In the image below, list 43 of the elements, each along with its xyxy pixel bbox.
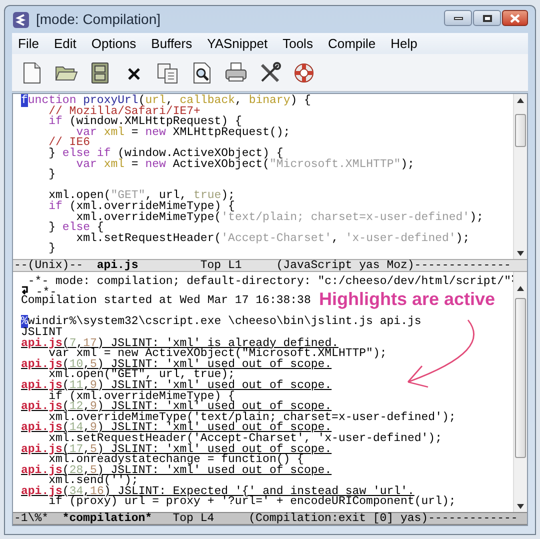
code-line: if (proxy) url = proxy + '?url=' + encodeURIComponent(url); xyxy=(48,495,456,508)
scroll-down-icon[interactable] xyxy=(517,504,524,509)
error-line[interactable]: api.js(11,9) JSLINT: 'xml' used out of scope. xyxy=(21,378,332,392)
window-title: [mode: Compilation] xyxy=(36,10,161,29)
lifebuoy-icon[interactable] xyxy=(292,60,316,84)
menu-item[interactable]: Tools xyxy=(282,34,313,54)
code-line: if (xml.overrideMimeType) { xyxy=(48,200,235,213)
menu-item[interactable]: YASnippet xyxy=(207,34,268,54)
code-line: xml.setRequestHeader('Accept-Charset', 'x-user-defined'); xyxy=(48,432,442,445)
code-line: } xyxy=(48,168,56,182)
scrollbar[interactable] xyxy=(513,272,527,512)
menu-item[interactable]: Edit xyxy=(54,34,76,54)
app-icon xyxy=(12,10,30,28)
menu-item[interactable]: Compile xyxy=(328,34,376,54)
menu-item[interactable]: Options xyxy=(91,34,136,54)
code-line: xml.send(''); xyxy=(48,474,138,488)
code-line: xml.overrideMimeType('text/plain; charset=x-user-defined'); xyxy=(76,210,484,224)
code-line: } xyxy=(48,242,56,256)
tools-icon[interactable] xyxy=(258,60,282,84)
scroll-down-icon[interactable] xyxy=(517,251,524,256)
scroll-up-icon[interactable] xyxy=(517,286,524,291)
code-line: xml.setRequestHeader('Accept-Charset', 'x-user-defined'); xyxy=(75,232,470,245)
code-line: -*- mode: compilation; default-directory: "c:/cheeso/dev/html/script/" xyxy=(26,275,511,288)
minimize-button[interactable] xyxy=(444,10,472,26)
annotation-text: Highlights are active xyxy=(319,288,496,311)
maximize-button[interactable] xyxy=(473,10,501,26)
menu-item[interactable]: File xyxy=(18,34,39,54)
copy-icon[interactable] xyxy=(156,60,180,84)
code-line: function proxyUrl(url, callback, binary) { xyxy=(21,94,311,107)
scroll-up-icon[interactable] xyxy=(517,98,524,103)
code-line: var xml = new ActiveXObject("Microsoft.XMLHTTP"); xyxy=(75,158,414,171)
scroll-thumb[interactable] xyxy=(515,114,526,147)
printer-icon[interactable] xyxy=(224,60,248,84)
scrollbar[interactable] xyxy=(513,94,527,259)
menu-item[interactable]: Help xyxy=(390,34,418,54)
close-button[interactable] xyxy=(502,10,528,26)
code-line: %windir%\system32\cscript.exe \cheeso\bin\jslint.js api.js xyxy=(21,315,422,328)
menu-item[interactable]: Buffers xyxy=(151,34,192,54)
code-line: } else if (window.ActiveXObject) { xyxy=(48,146,284,160)
error-line[interactable]: api.js(17,5) JSLINT: 'xml' used out of scope. xyxy=(21,442,332,456)
scroll-thumb[interactable] xyxy=(515,298,526,458)
code-line: JSLINT xyxy=(21,326,62,339)
line-wrap-icon xyxy=(21,286,29,295)
